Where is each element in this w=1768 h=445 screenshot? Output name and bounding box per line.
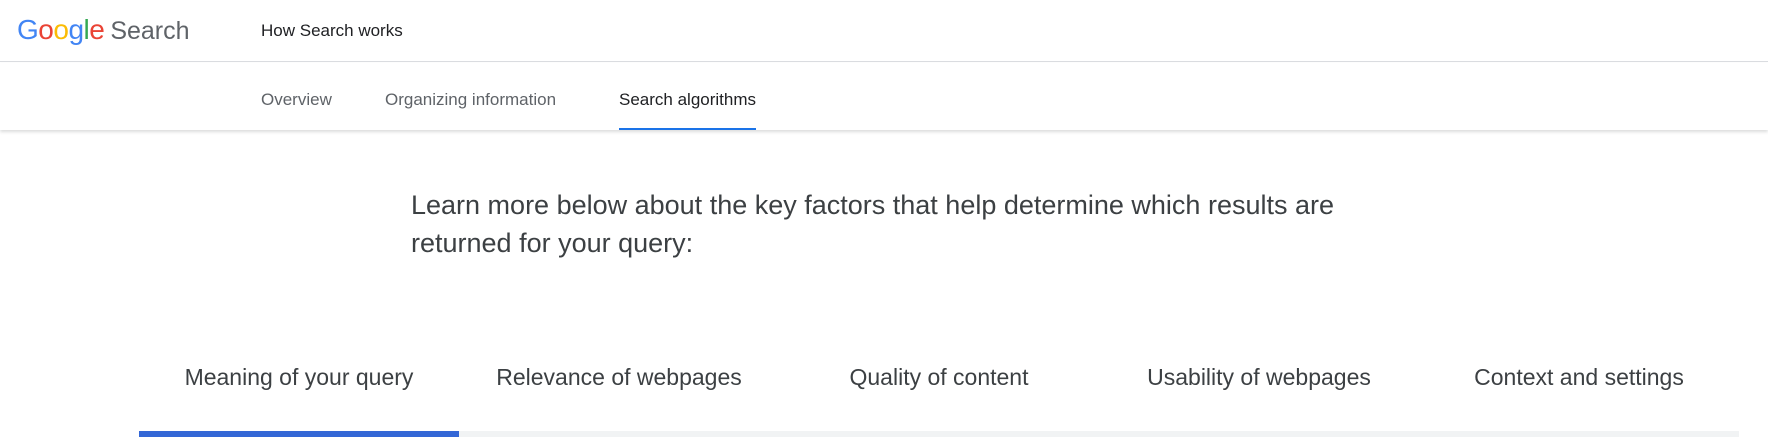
logo-letter: o (53, 14, 69, 45)
google-wordmark: Google (17, 14, 105, 46)
logo-letter: e (89, 14, 105, 45)
factor-tab-meaning-of-query[interactable]: Meaning of your query (139, 350, 459, 430)
tab-label: Search algorithms (619, 90, 757, 109)
active-tab-indicator (619, 128, 757, 130)
top-app-bar: Google Search How Search works (0, 0, 1768, 62)
factor-tab-quality-of-content[interactable]: Quality of content (779, 350, 1099, 430)
section-nav: Overview Organizing information Search a… (0, 63, 1768, 130)
tab-overview[interactable]: Overview (261, 63, 332, 130)
google-search-logo[interactable]: Google Search (17, 14, 190, 46)
factor-tab-label: Quality of content (849, 364, 1029, 390)
factor-tab-usability-of-webpages[interactable]: Usability of webpages (1099, 350, 1419, 430)
site-title-link[interactable]: How Search works (261, 20, 403, 42)
tab-label: Overview (261, 90, 332, 109)
logo-letter: g (68, 14, 84, 45)
factor-progress-bar (139, 431, 459, 437)
factor-tab-label: Meaning of your query (184, 364, 414, 390)
factor-tab-relevance-of-webpages[interactable]: Relevance of webpages (459, 350, 779, 430)
tab-label: Organizing information (385, 90, 557, 109)
logo-product-name: Search (110, 17, 190, 45)
logo-letter: G (17, 14, 39, 45)
tab-organizing-information[interactable]: Organizing information (385, 63, 556, 130)
factor-tab-context-and-settings[interactable]: Context and settings (1419, 350, 1739, 430)
tab-search-algorithms[interactable]: Search algorithms (619, 63, 757, 130)
logo-letter: o (38, 14, 54, 45)
factor-tab-label: Usability of webpages (1147, 364, 1371, 390)
factor-tab-label: Context and settings (1474, 364, 1684, 390)
factor-tab-label: Relevance of webpages (496, 364, 742, 390)
section-headline: Learn more below about the key factors t… (411, 190, 1334, 258)
ranking-factor-tabs: Meaning of your query Relevance of webpa… (139, 350, 1739, 440)
